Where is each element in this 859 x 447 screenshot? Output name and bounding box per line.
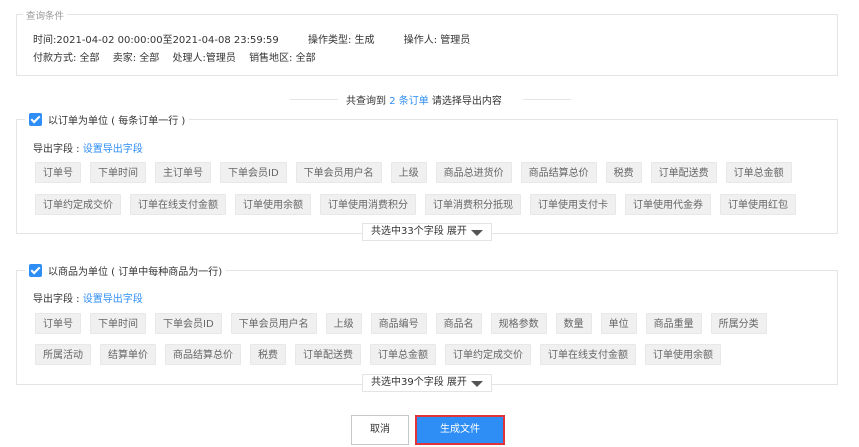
chevron-down-icon bbox=[470, 230, 483, 236]
field-tag[interactable]: 商品结算总价 bbox=[520, 162, 597, 183]
field-tag[interactable]: 所属活动 bbox=[35, 344, 91, 365]
field-tag[interactable]: 订单约定成交价 bbox=[445, 344, 531, 365]
query-operator: 操作人: 管理员 bbox=[403, 35, 471, 46]
order-unit-header[interactable]: 以订单为单位 ( 每条订单一行 ) bbox=[25, 112, 190, 127]
field-tag[interactable]: 订单使用代金券 bbox=[625, 194, 711, 215]
field-tag[interactable]: 税费 bbox=[605, 162, 642, 183]
field-tag[interactable]: 订单约定成交价 bbox=[35, 194, 121, 215]
field-tag[interactable]: 上级 bbox=[325, 313, 362, 334]
field-tag[interactable]: 订单消费积分抵现 bbox=[425, 194, 521, 215]
field-tag[interactable]: 订单在线支付金额 bbox=[130, 194, 226, 215]
field-tag[interactable]: 商品总进货价 bbox=[435, 162, 512, 183]
field-tag[interactable]: 订单号 bbox=[35, 162, 81, 183]
order-expand-toggle[interactable]: 共选中33个字段 展开 bbox=[362, 223, 492, 241]
query-seller: 卖家: 全部 bbox=[112, 53, 160, 64]
field-tag[interactable]: 下单时间 bbox=[90, 162, 146, 183]
product-unit-title: 以商品为单位 ( 订单中每种商品为一行) bbox=[48, 267, 223, 278]
field-tag[interactable]: 商品重量 bbox=[645, 313, 702, 334]
query-conditions-legend: 查询条件 bbox=[23, 8, 68, 22]
cancel-button[interactable]: 取消 bbox=[351, 415, 409, 445]
field-tag[interactable]: 商品编号 bbox=[370, 313, 427, 334]
field-tag[interactable]: 数量 bbox=[555, 313, 592, 334]
result-suffix: 请选择导出内容 bbox=[431, 96, 502, 107]
order-export-label: 导出字段 : bbox=[33, 144, 83, 155]
order-unit-checkbox[interactable] bbox=[29, 113, 42, 126]
product-unit-header[interactable]: 以商品为单位 ( 订单中每种商品为一行) bbox=[25, 263, 227, 278]
field-tag[interactable]: 订单号 bbox=[35, 313, 81, 334]
order-fields-row-1: 订单号 下单时间 主订单号 下单会员ID 下单会员用户名 上级 商品总进货价 商品结算总价 税费… bbox=[35, 162, 801, 183]
field-tag[interactable]: 下单会员用户名 bbox=[230, 313, 317, 334]
field-tag[interactable]: 订单在线支付金额 bbox=[540, 344, 636, 365]
field-tag[interactable]: 商品结算总价 bbox=[165, 344, 241, 365]
query-op-type: 操作类型: 生成 bbox=[307, 35, 375, 46]
field-tag[interactable]: 订单总金额 bbox=[370, 344, 436, 365]
field-tag[interactable]: 订单配送费 bbox=[295, 344, 361, 365]
product-fields-row-2: 所属活动 结算单价 商品结算总价 税费 订单配送费 订单总金额 订单约定成交价 订单在线支付金… bbox=[35, 344, 730, 365]
product-unit-section: 以商品为单位 ( 订单中每种商品为一行) 导出字段 : 设置导出字段 订单号 下单… bbox=[16, 263, 838, 392]
field-tag[interactable]: 主订单号 bbox=[155, 162, 211, 183]
field-tag[interactable]: 订单配送费 bbox=[650, 162, 717, 183]
order-unit-section: 以订单为单位 ( 每条订单一行 ) 导出字段 : 设置导出字段 订单号 下单时间主… bbox=[16, 112, 838, 241]
field-tag[interactable]: 订单总金额 bbox=[725, 162, 792, 183]
field-tag[interactable]: 税费 bbox=[250, 344, 286, 365]
field-tag[interactable]: 单位 bbox=[600, 313, 637, 334]
product-expand-toggle[interactable]: 共选中39个字段 展开 bbox=[362, 374, 492, 392]
order-export-field: 导出字段 : 设置导出字段 bbox=[33, 140, 143, 155]
field-tag[interactable]: 订单使用红包 bbox=[720, 194, 796, 215]
order-expand-label: 共选中33个字段 展开 bbox=[371, 226, 467, 237]
generate-file-button[interactable]: 生成文件 bbox=[415, 415, 505, 445]
field-tag[interactable]: 订单使用支付卡 bbox=[530, 194, 616, 215]
result-summary: 共查询到 2 条订单 请选择导出内容 bbox=[0, 92, 859, 107]
query-line-1: 时间:2021-04-02 00:00:00至2021-04-08 23:59:… bbox=[33, 31, 496, 46]
field-tag[interactable]: 订单使用余额 bbox=[645, 344, 721, 365]
order-set-export-fields-link[interactable]: 设置导出字段 bbox=[83, 144, 143, 155]
product-set-export-fields-link[interactable]: 设置导出字段 bbox=[83, 294, 143, 305]
divider-right bbox=[523, 99, 571, 100]
order-unit-title: 以订单为单位 ( 每条订单一行 ) bbox=[48, 116, 186, 127]
product-unit-checkbox[interactable] bbox=[29, 264, 42, 277]
result-summary-text: 共查询到 2 条订单 请选择导出内容 bbox=[346, 92, 502, 107]
field-tag[interactable]: 结算单价 bbox=[100, 344, 156, 365]
field-tag[interactable]: 下单会员用户名 bbox=[295, 162, 382, 183]
query-handler: 处理人:管理员 bbox=[172, 53, 236, 64]
field-tag[interactable]: 订单使用余额 bbox=[235, 194, 311, 215]
field-tag[interactable]: 下单会员ID bbox=[220, 162, 287, 183]
field-tag[interactable]: 下单会员ID bbox=[155, 313, 222, 334]
field-tag[interactable]: 所属分类 bbox=[710, 313, 767, 334]
product-export-label: 导出字段 : bbox=[33, 294, 83, 305]
result-prefix: 共查询到 bbox=[346, 96, 386, 107]
field-tag[interactable]: 上级 bbox=[390, 162, 427, 183]
product-export-field: 导出字段 : 设置导出字段 bbox=[33, 290, 143, 305]
query-conditions-panel: 查询条件 时间:2021-04-02 00:00:00至2021-04-08 2… bbox=[16, 8, 838, 76]
field-tag[interactable]: 商品名 bbox=[435, 313, 482, 334]
query-payment: 付款方式: 全部 bbox=[33, 53, 100, 64]
chevron-down-icon bbox=[470, 381, 483, 387]
field-tag[interactable]: 订单使用消费积分 bbox=[320, 194, 416, 215]
product-fields-row-1: 订单号 下单时间 下单会员ID 下单会员用户名 上级 商品编号 商品名 规格参数 数量 单位 商品重… bbox=[35, 313, 776, 334]
query-line-2: 付款方式: 全部 卖家: 全部 处理人:管理员 销售地区: 全部 bbox=[33, 49, 326, 64]
product-expand-label: 共选中39个字段 展开 bbox=[371, 377, 467, 388]
query-region: 销售地区: 全部 bbox=[249, 53, 316, 64]
order-fields-row-2: 订单约定成交价 订单在线支付金额 订单使用余额 订单使用消费积分 订单消费积分抵现 订单使… bbox=[35, 194, 805, 215]
field-tag[interactable]: 下单时间 bbox=[90, 313, 146, 334]
order-count-link[interactable]: 2 条订单 bbox=[389, 96, 429, 107]
divider-left bbox=[290, 99, 338, 100]
field-tag[interactable]: 规格参数 bbox=[490, 313, 547, 334]
query-time: 时间:2021-04-02 00:00:00至2021-04-08 23:59:… bbox=[33, 35, 279, 46]
